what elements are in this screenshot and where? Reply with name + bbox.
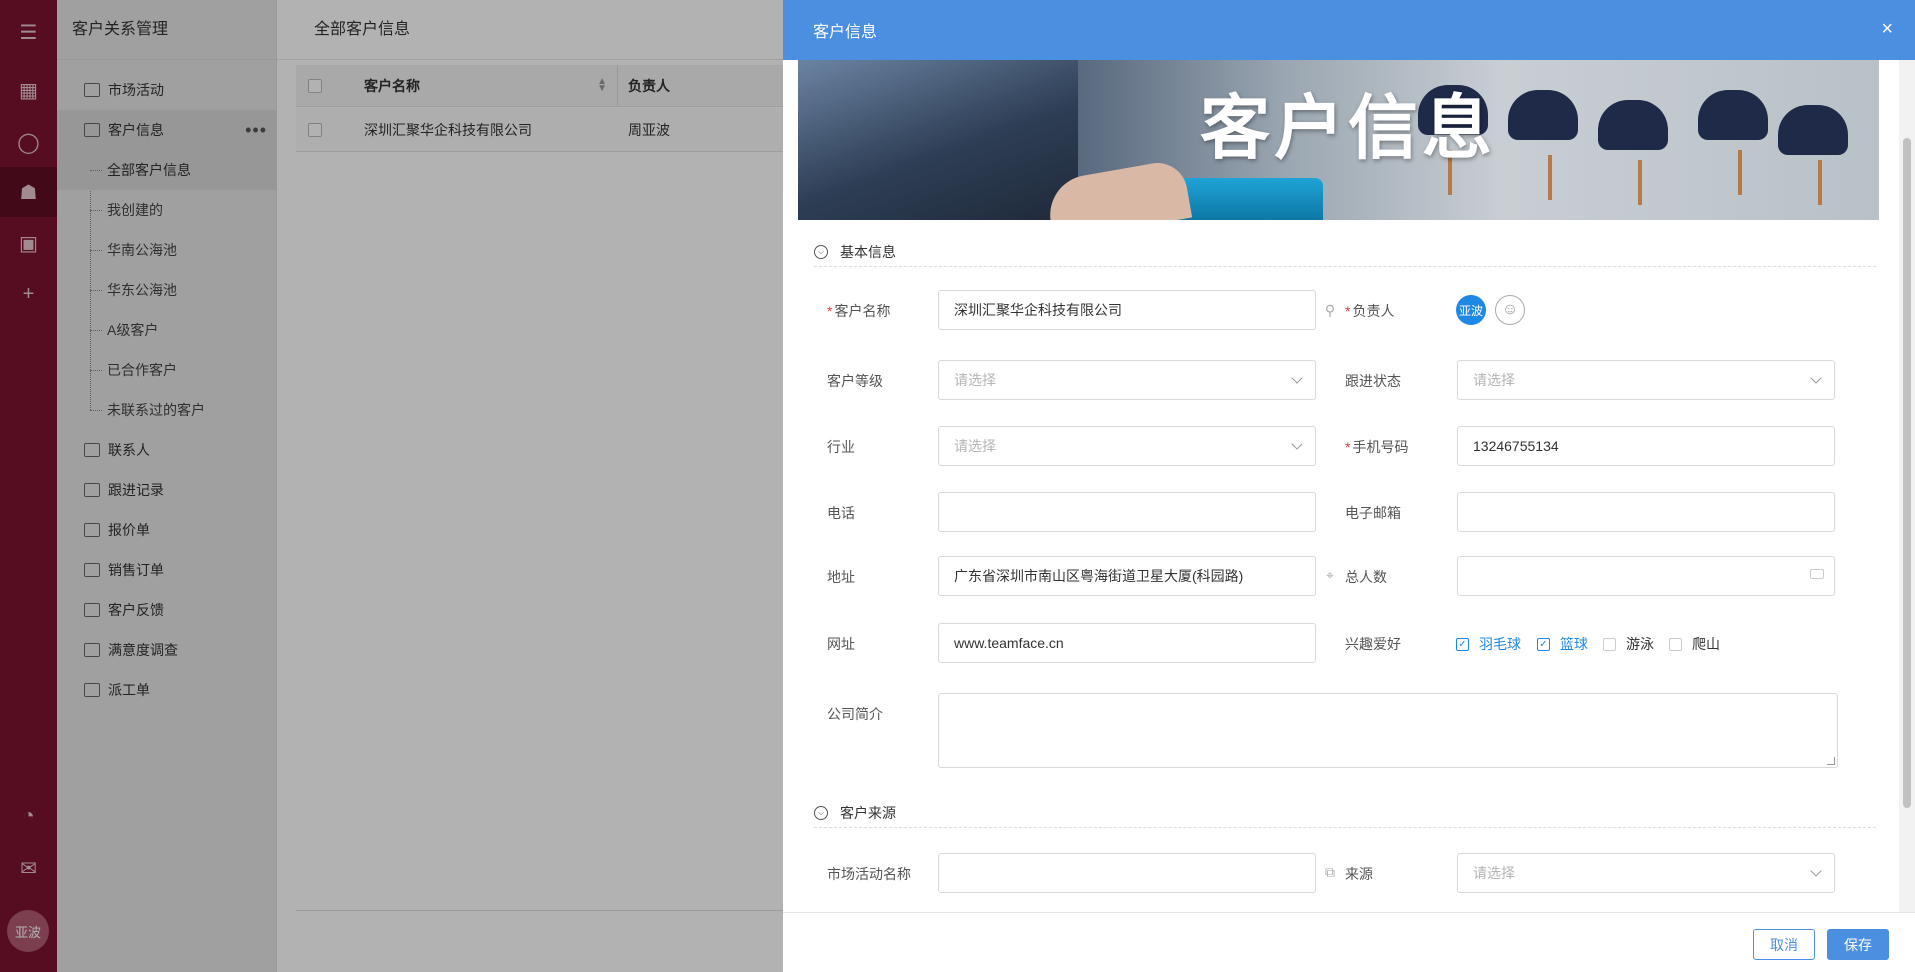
intro-textarea[interactable] [938, 693, 1838, 768]
hobby-hiking-checkbox[interactable]: 爬山 [1669, 634, 1720, 654]
phone-field[interactable] [938, 492, 1316, 532]
chevron-down-icon [1291, 372, 1303, 384]
banner-image: 客户信息 [798, 60, 1879, 220]
drawer-header: 客户信息 × [783, 0, 1915, 60]
hobby-label: 爬山 [1692, 636, 1720, 652]
number-icon [1810, 569, 1824, 579]
customer-name-field[interactable]: 深圳汇聚华企科技有限公司 [938, 290, 1316, 330]
section-title: 客户来源 [840, 804, 896, 821]
headcount-label: 总人数 [1345, 569, 1387, 585]
hobby-label: 篮球 [1560, 636, 1588, 652]
drawer-footer: 取消 保存 [783, 912, 1915, 972]
copy-icon[interactable]: ⧉ [1322, 864, 1338, 880]
close-icon[interactable]: × [1881, 18, 1893, 41]
drawer-title: 客户信息 [813, 24, 878, 41]
owner-label: * 负责人 [1345, 303, 1395, 319]
industry-select[interactable]: 请选择 [938, 426, 1316, 466]
section-customer-source[interactable]: ⌵ 客户来源 [814, 798, 1876, 828]
hobby-basketball-checkbox[interactable]: ✓ 篮球 [1537, 634, 1588, 654]
hobby-label: 羽毛球 [1479, 636, 1521, 652]
hobby-swimming-checkbox[interactable]: 游泳 [1603, 634, 1654, 654]
drawer-scrollbar[interactable] [1899, 60, 1915, 912]
section-basic-info[interactable]: ⌵ 基本信息 [814, 237, 1876, 267]
chevron-down-icon [1810, 865, 1822, 877]
mobile-value: 13246755134 [1473, 438, 1559, 454]
address-label: 地址 [827, 569, 855, 585]
source-select[interactable]: 请选择 [1457, 853, 1835, 893]
email-label: 电子邮箱 [1345, 505, 1401, 521]
email-field[interactable] [1457, 492, 1835, 532]
customer-name-label: * 客户名称 [827, 303, 891, 319]
mobile-label: * 手机号码 [1345, 439, 1409, 455]
resize-handle[interactable] [1827, 757, 1835, 765]
follow-status-placeholder: 请选择 [1473, 372, 1515, 388]
source-label: 来源 [1345, 866, 1373, 882]
add-user-icon[interactable]: ☺ [1495, 295, 1525, 325]
owner-avatar[interactable]: 亚波 [1456, 295, 1486, 325]
chevron-down-icon[interactable]: ⌵ [814, 244, 828, 259]
source-placeholder: 请选择 [1473, 865, 1515, 881]
website-field[interactable]: www.teamface.cn [938, 623, 1316, 663]
chevron-down-icon [1810, 372, 1822, 384]
campaign-label: 市场活动名称 [827, 866, 911, 882]
phone-label: 电话 [827, 505, 855, 521]
customer-name-value: 深圳汇聚华企科技有限公司 [954, 302, 1122, 318]
follow-status-select[interactable]: 请选择 [1457, 360, 1835, 400]
follow-status-label: 跟进状态 [1345, 373, 1401, 389]
customer-drawer: 客户信息 × 客户信息 ⌵ 基本信息 * 客户名称 深圳汇聚华企科技有限公司 ⚲ … [783, 0, 1915, 972]
industry-label: 行业 [827, 439, 855, 455]
scrollbar-thumb[interactable] [1903, 138, 1911, 808]
hobbies-label: 兴趣爱好 [1345, 636, 1401, 652]
industry-placeholder: 请选择 [954, 438, 996, 454]
cancel-button[interactable]: 取消 [1753, 929, 1815, 960]
intro-label: 公司简介 [827, 706, 883, 722]
chevron-down-icon[interactable]: ⌵ [814, 805, 828, 820]
address-field[interactable]: 广东省深圳市南山区粤海街道卫星大厦(科园路) [938, 556, 1316, 596]
banner-title: 客户信息 [1200, 87, 1496, 169]
save-button[interactable]: 保存 [1827, 929, 1889, 960]
website-label: 网址 [827, 636, 855, 652]
level-label: 客户等级 [827, 373, 883, 389]
section-title: 基本信息 [840, 243, 896, 260]
website-value: www.teamface.cn [954, 635, 1064, 651]
headcount-field[interactable] [1457, 556, 1835, 596]
level-placeholder: 请选择 [954, 372, 996, 388]
address-value: 广东省深圳市南山区粤海街道卫星大厦(科园路) [954, 568, 1244, 584]
location-icon[interactable]: ⌖ [1322, 567, 1338, 583]
hobby-badminton-checkbox[interactable]: ✓ 羽毛球 [1456, 634, 1521, 654]
check-icon: ✓ [1456, 637, 1469, 651]
hobby-label: 游泳 [1626, 636, 1654, 652]
search-icon[interactable]: ⚲ [1322, 302, 1338, 318]
level-select[interactable]: 请选择 [938, 360, 1316, 400]
campaign-field[interactable] [938, 853, 1316, 893]
check-icon: ✓ [1537, 637, 1550, 651]
chevron-down-icon [1291, 438, 1303, 450]
mobile-field[interactable]: 13246755134 [1457, 426, 1835, 466]
